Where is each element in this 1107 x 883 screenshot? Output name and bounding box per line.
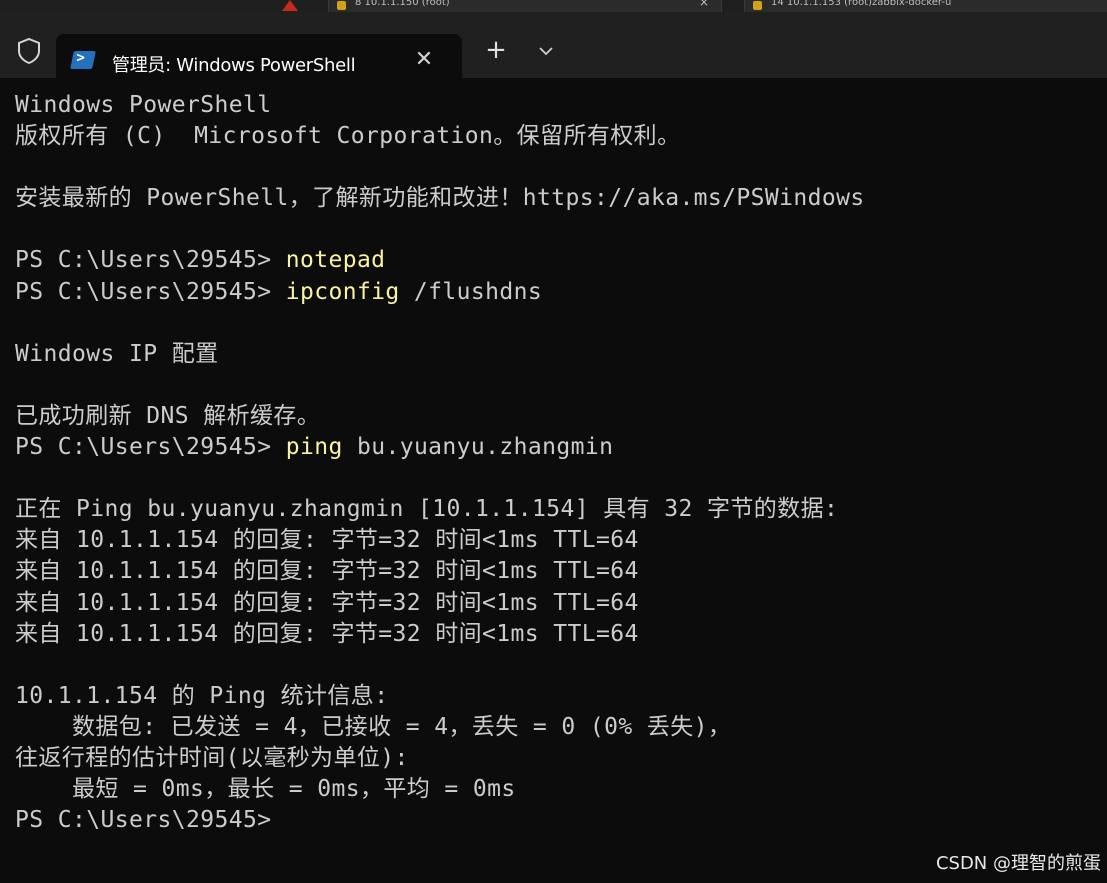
terminal-session-icon (753, 1, 762, 10)
terminal-line: PS C:\Users\29545> (15, 805, 865, 836)
background-tab-1-label: 8 10.1.1.150 (root) (355, 0, 450, 8)
command-text: notepad (285, 247, 386, 274)
terminal-output[interactable]: Windows PowerShell 版权所有 (C) Microsoft Cor… (0, 78, 1107, 883)
background-tab-strip: 8 10.1.1.150 (root) × 14 10.1.1.153 (roo… (0, 0, 1107, 12)
terminal-session-icon (337, 1, 346, 10)
terminal-line: 来自 10.1.1.154 的回复: 字节=32 时间<1ms TTL=64 (15, 588, 865, 619)
output-text: 安装最新的 PowerShell，了解新功能和改进！https://aka.ms… (15, 185, 865, 212)
output-text: 数据包: 已发送 = 4，已接收 = 4，丢失 = 0 (0% 丢失)， (15, 713, 732, 740)
terminal-lines: Windows PowerShell 版权所有 (C) Microsoft Cor… (15, 90, 865, 836)
terminal-line: 版权所有 (C) Microsoft Corporation。保留所有权利。 (15, 121, 865, 152)
output-text: Windows IP 配置 (15, 340, 219, 367)
prompt-text: PS C:\Users\29545> (15, 434, 286, 461)
terminal-line: 10.1.1.154 的 Ping 统计信息: (15, 681, 865, 712)
powershell-icon: > (70, 50, 96, 69)
terminal-line: 正在 Ping bu.yuanyu.zhangmin [10.1.1.154] … (15, 494, 865, 525)
watermark: CSDN @理智的煎蛋 (935, 853, 1101, 874)
output-text: 来自 10.1.1.154 的回复: 字节=32 时间<1ms TTL=64 (15, 558, 639, 585)
output-text: 已成功刷新 DNS 解析缓存。 (15, 402, 321, 429)
shield-icon (18, 37, 40, 65)
prompt-text: PS C:\Users\29545> (15, 278, 286, 305)
terminal-line: PS C:\Users\29545> ping bu.yuanyu.zhangm… (15, 432, 865, 463)
output-text: 版权所有 (C) Microsoft Corporation。保留所有权利。 (15, 123, 681, 150)
terminal-line: PS C:\Users\29545> ipconfig /flushdns (15, 277, 865, 308)
prompt-text: PS C:\Users\29545> (15, 807, 286, 834)
output-text: 10.1.1.154 的 Ping 统计信息: (15, 682, 389, 709)
terminal-line: 来自 10.1.1.154 的回复: 字节=32 时间<1ms TTL=64 (15, 556, 865, 587)
close-icon[interactable]: ✕ (410, 46, 438, 74)
close-icon[interactable]: × (699, 0, 709, 8)
command-text: ipconfig (285, 278, 400, 305)
output-text: 往返行程的估计时间(以毫秒为单位): (15, 744, 409, 771)
output-text: 来自 10.1.1.154 的回复: 字节=32 时间<1ms TTL=64 (15, 620, 639, 647)
terminal-line: Windows IP 配置 (15, 339, 865, 370)
prompt-text: PS C:\Users\29545> (15, 247, 286, 274)
command-text: ping (285, 434, 343, 461)
tab-title: 管理员: Windows PowerShell (112, 55, 356, 76)
terminal-line: 已成功刷新 DNS 解析缓存。 (15, 401, 865, 432)
output-text: 来自 10.1.1.154 的回复: 字节=32 时间<1ms TTL=64 (15, 527, 639, 554)
terminal-line: 来自 10.1.1.154 的回复: 字节=32 时间<1ms TTL=64 (15, 525, 865, 556)
terminal-line: Windows PowerShell (15, 90, 865, 121)
warning-icon (282, 0, 298, 11)
terminal-line: 数据包: 已发送 = 4，已接收 = 4，丢失 = 0 (0% 丢失)， (15, 712, 865, 743)
terminal-line: 来自 10.1.1.154 的回复: 字节=32 时间<1ms TTL=64 (15, 619, 865, 650)
background-tab-2[interactable]: 14 10.1.1.153 (root)zabbix-docker-u × (744, 0, 1107, 12)
new-tab-button[interactable]: + (480, 35, 512, 67)
terminal-line: PS C:\Users\29545> notepad (15, 245, 865, 276)
command-args: bu.yuanyu.zhangmin (342, 434, 614, 461)
background-tab-1[interactable]: 8 10.1.1.150 (root) × (328, 0, 722, 12)
terminal-line: 最短 = 0ms，最长 = 0ms，平均 = 0ms (15, 774, 865, 805)
output-text: Windows PowerShell (15, 92, 272, 118)
chevron-down-icon[interactable] (530, 35, 562, 67)
command-args: /flushdns (399, 278, 543, 305)
terminal-line: 往返行程的估计时间(以毫秒为单位): (15, 743, 865, 774)
output-text: 最短 = 0ms，最长 = 0ms，平均 = 0ms (15, 776, 516, 803)
title-bar: > 管理员: Windows PowerShell ✕ + (0, 12, 1107, 90)
background-tab-2-label: 14 10.1.1.153 (root)zabbix-docker-u (771, 0, 952, 8)
output-text: 来自 10.1.1.154 的回复: 字节=32 时间<1ms TTL=64 (15, 589, 639, 616)
terminal-line: 安装最新的 PowerShell，了解新功能和改进！https://aka.ms… (15, 183, 865, 214)
output-text: 正在 Ping bu.yuanyu.zhangmin [10.1.1.154] … (15, 496, 839, 523)
